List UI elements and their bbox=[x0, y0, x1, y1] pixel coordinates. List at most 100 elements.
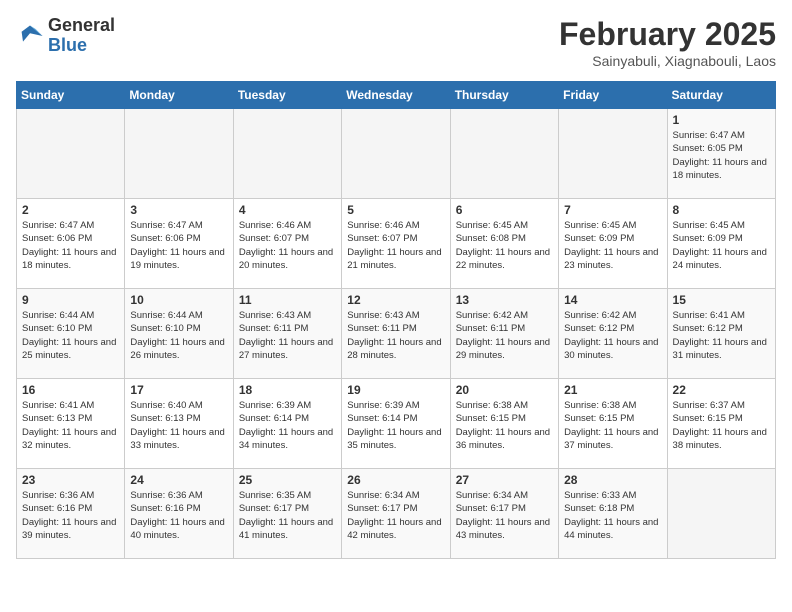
day-number: 17 bbox=[130, 383, 227, 397]
day-info: Sunrise: 6:44 AM Sunset: 6:10 PM Dayligh… bbox=[130, 309, 227, 362]
calendar-cell bbox=[559, 109, 667, 199]
day-number: 21 bbox=[564, 383, 661, 397]
calendar-header-tuesday: Tuesday bbox=[233, 82, 341, 109]
day-number: 13 bbox=[456, 293, 553, 307]
calendar-cell bbox=[450, 109, 558, 199]
day-number: 28 bbox=[564, 473, 661, 487]
title-block: February 2025 Sainyabuli, Xiagnabouli, L… bbox=[559, 16, 776, 69]
calendar-cell: 13 Sunrise: 6:42 AM Sunset: 6:11 PM Dayli… bbox=[450, 289, 558, 379]
day-number: 20 bbox=[456, 383, 553, 397]
logo-blue-text: Blue bbox=[48, 35, 87, 55]
day-number: 24 bbox=[130, 473, 227, 487]
day-number: 3 bbox=[130, 203, 227, 217]
day-info: Sunrise: 6:33 AM Sunset: 6:18 PM Dayligh… bbox=[564, 489, 661, 542]
day-info: Sunrise: 6:45 AM Sunset: 6:08 PM Dayligh… bbox=[456, 219, 553, 272]
day-info: Sunrise: 6:37 AM Sunset: 6:15 PM Dayligh… bbox=[673, 399, 770, 452]
day-info: Sunrise: 6:47 AM Sunset: 6:05 PM Dayligh… bbox=[673, 129, 770, 182]
day-number: 5 bbox=[347, 203, 444, 217]
logo: General Blue bbox=[16, 16, 115, 56]
day-info: Sunrise: 6:47 AM Sunset: 6:06 PM Dayligh… bbox=[130, 219, 227, 272]
day-info: Sunrise: 6:46 AM Sunset: 6:07 PM Dayligh… bbox=[239, 219, 336, 272]
logo-general-text: General bbox=[48, 15, 115, 35]
calendar-header-wednesday: Wednesday bbox=[342, 82, 450, 109]
calendar-header-friday: Friday bbox=[559, 82, 667, 109]
calendar-cell: 5 Sunrise: 6:46 AM Sunset: 6:07 PM Daylig… bbox=[342, 199, 450, 289]
day-number: 6 bbox=[456, 203, 553, 217]
day-number: 1 bbox=[673, 113, 770, 127]
day-number: 9 bbox=[22, 293, 119, 307]
day-info: Sunrise: 6:35 AM Sunset: 6:17 PM Dayligh… bbox=[239, 489, 336, 542]
calendar-cell: 18 Sunrise: 6:39 AM Sunset: 6:14 PM Dayli… bbox=[233, 379, 341, 469]
calendar-cell bbox=[342, 109, 450, 199]
calendar-cell: 9 Sunrise: 6:44 AM Sunset: 6:10 PM Daylig… bbox=[17, 289, 125, 379]
day-number: 2 bbox=[22, 203, 119, 217]
calendar-week-row: 9 Sunrise: 6:44 AM Sunset: 6:10 PM Daylig… bbox=[17, 289, 776, 379]
calendar-cell: 8 Sunrise: 6:45 AM Sunset: 6:09 PM Daylig… bbox=[667, 199, 775, 289]
day-number: 25 bbox=[239, 473, 336, 487]
day-number: 27 bbox=[456, 473, 553, 487]
day-info: Sunrise: 6:43 AM Sunset: 6:11 PM Dayligh… bbox=[239, 309, 336, 362]
calendar-header-saturday: Saturday bbox=[667, 82, 775, 109]
calendar-cell: 12Sunrise: 6:43 AM Sunset: 6:11 PM Dayli… bbox=[342, 289, 450, 379]
day-info: Sunrise: 6:36 AM Sunset: 6:16 PM Dayligh… bbox=[130, 489, 227, 542]
calendar-cell: 20 Sunrise: 6:38 AM Sunset: 6:15 PM Dayli… bbox=[450, 379, 558, 469]
day-info: Sunrise: 6:40 AM Sunset: 6:13 PM Dayligh… bbox=[130, 399, 227, 452]
calendar-cell: 23Sunrise: 6:36 AM Sunset: 6:16 PM Dayli… bbox=[17, 469, 125, 559]
day-info: Sunrise: 6:39 AM Sunset: 6:14 PM Dayligh… bbox=[347, 399, 444, 452]
day-info: Sunrise: 6:44 AM Sunset: 6:10 PM Dayligh… bbox=[22, 309, 119, 362]
day-info: Sunrise: 6:42 AM Sunset: 6:11 PM Dayligh… bbox=[456, 309, 553, 362]
logo-bird-icon bbox=[16, 22, 44, 50]
calendar-cell: 25 Sunrise: 6:35 AM Sunset: 6:17 PM Dayli… bbox=[233, 469, 341, 559]
day-info: Sunrise: 6:36 AM Sunset: 6:16 PM Dayligh… bbox=[22, 489, 119, 542]
calendar-cell: 10 Sunrise: 6:44 AM Sunset: 6:10 PM Dayli… bbox=[125, 289, 233, 379]
day-info: Sunrise: 6:45 AM Sunset: 6:09 PM Dayligh… bbox=[673, 219, 770, 272]
calendar-cell bbox=[125, 109, 233, 199]
day-info: Sunrise: 6:38 AM Sunset: 6:15 PM Dayligh… bbox=[564, 399, 661, 452]
day-number: 26 bbox=[347, 473, 444, 487]
day-info: Sunrise: 6:34 AM Sunset: 6:17 PM Dayligh… bbox=[347, 489, 444, 542]
calendar-cell: 24 Sunrise: 6:36 AM Sunset: 6:16 PM Dayli… bbox=[125, 469, 233, 559]
calendar-cell: 3 Sunrise: 6:47 AM Sunset: 6:06 PM Daylig… bbox=[125, 199, 233, 289]
calendar-cell bbox=[667, 469, 775, 559]
location-subtitle: Sainyabuli, Xiagnabouli, Laos bbox=[559, 53, 776, 69]
day-number: 14 bbox=[564, 293, 661, 307]
calendar-week-row: 23Sunrise: 6:36 AM Sunset: 6:16 PM Dayli… bbox=[17, 469, 776, 559]
calendar-cell: 27 Sunrise: 6:34 AM Sunset: 6:17 PM Dayli… bbox=[450, 469, 558, 559]
calendar-header-thursday: Thursday bbox=[450, 82, 558, 109]
day-number: 19 bbox=[347, 383, 444, 397]
calendar-cell: 28 Sunrise: 6:33 AM Sunset: 6:18 PM Dayli… bbox=[559, 469, 667, 559]
calendar-week-row: 16Sunrise: 6:41 AM Sunset: 6:13 PM Dayli… bbox=[17, 379, 776, 469]
calendar-cell: 2 Sunrise: 6:47 AM Sunset: 6:06 PM Daylig… bbox=[17, 199, 125, 289]
day-info: Sunrise: 6:43 AM Sunset: 6:11 PM Dayligh… bbox=[347, 309, 444, 362]
day-number: 7 bbox=[564, 203, 661, 217]
day-number: 11 bbox=[239, 293, 336, 307]
calendar-week-row: 1 Sunrise: 6:47 AM Sunset: 6:05 PM Daylig… bbox=[17, 109, 776, 199]
day-info: Sunrise: 6:38 AM Sunset: 6:15 PM Dayligh… bbox=[456, 399, 553, 452]
day-info: Sunrise: 6:45 AM Sunset: 6:09 PM Dayligh… bbox=[564, 219, 661, 272]
day-number: 22 bbox=[673, 383, 770, 397]
day-info: Sunrise: 6:41 AM Sunset: 6:13 PM Dayligh… bbox=[22, 399, 119, 452]
day-info: Sunrise: 6:34 AM Sunset: 6:17 PM Dayligh… bbox=[456, 489, 553, 542]
day-number: 18 bbox=[239, 383, 336, 397]
day-info: Sunrise: 6:47 AM Sunset: 6:06 PM Dayligh… bbox=[22, 219, 119, 272]
day-number: 10 bbox=[130, 293, 227, 307]
calendar-header-monday: Monday bbox=[125, 82, 233, 109]
calendar-table: SundayMondayTuesdayWednesdayThursdayFrid… bbox=[16, 81, 776, 559]
day-info: Sunrise: 6:41 AM Sunset: 6:12 PM Dayligh… bbox=[673, 309, 770, 362]
calendar-cell: 22 Sunrise: 6:37 AM Sunset: 6:15 PM Dayli… bbox=[667, 379, 775, 469]
day-number: 8 bbox=[673, 203, 770, 217]
calendar-week-row: 2 Sunrise: 6:47 AM Sunset: 6:06 PM Daylig… bbox=[17, 199, 776, 289]
calendar-cell: 26 Sunrise: 6:34 AM Sunset: 6:17 PM Dayli… bbox=[342, 469, 450, 559]
calendar-cell: 4 Sunrise: 6:46 AM Sunset: 6:07 PM Daylig… bbox=[233, 199, 341, 289]
calendar-cell: 1 Sunrise: 6:47 AM Sunset: 6:05 PM Daylig… bbox=[667, 109, 775, 199]
day-info: Sunrise: 6:46 AM Sunset: 6:07 PM Dayligh… bbox=[347, 219, 444, 272]
calendar-cell: 19 Sunrise: 6:39 AM Sunset: 6:14 PM Dayli… bbox=[342, 379, 450, 469]
page-header: General Blue February 2025 Sainyabuli, X… bbox=[16, 16, 776, 69]
day-info: Sunrise: 6:39 AM Sunset: 6:14 PM Dayligh… bbox=[239, 399, 336, 452]
day-info: Sunrise: 6:42 AM Sunset: 6:12 PM Dayligh… bbox=[564, 309, 661, 362]
calendar-cell: 21 Sunrise: 6:38 AM Sunset: 6:15 PM Dayli… bbox=[559, 379, 667, 469]
calendar-header-sunday: Sunday bbox=[17, 82, 125, 109]
calendar-cell: 14 Sunrise: 6:42 AM Sunset: 6:12 PM Dayli… bbox=[559, 289, 667, 379]
calendar-cell: 7 Sunrise: 6:45 AM Sunset: 6:09 PM Daylig… bbox=[559, 199, 667, 289]
day-number: 4 bbox=[239, 203, 336, 217]
